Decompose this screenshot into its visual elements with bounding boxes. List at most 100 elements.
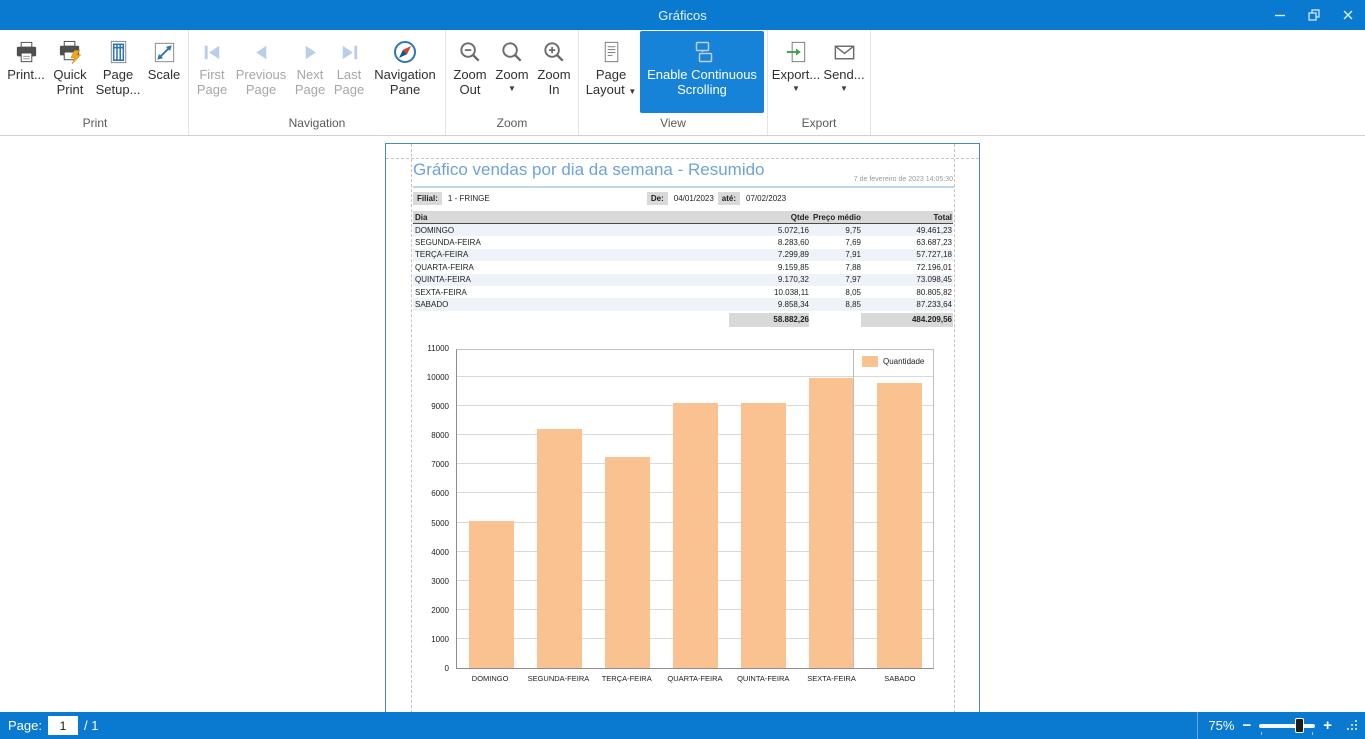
- filial-value: 1 - FRINGE: [442, 192, 647, 205]
- ribbon-group-label-navigation: Navigation: [192, 113, 442, 135]
- y-tick-label: 3000: [413, 578, 449, 586]
- x-tick-label: SEGUNDA-FEIRA: [524, 674, 592, 683]
- ribbon-group-view: Page Layout ▼ Enable Continuous Scrollin…: [579, 30, 768, 135]
- page-number-input[interactable]: [48, 716, 78, 735]
- y-tick-label: 0: [413, 665, 449, 673]
- last-page-icon: [336, 36, 363, 68]
- button-label: Next Page: [293, 68, 327, 98]
- restore-icon: [1306, 7, 1322, 23]
- button-label: Zoom Out: [452, 68, 488, 98]
- enable-continuous-scrolling-button[interactable]: Enable Continuous Scrolling: [640, 31, 764, 113]
- zoom-in-icon: [541, 36, 568, 68]
- page-label: Page:: [8, 718, 42, 733]
- y-tick-label: 2000: [413, 607, 449, 615]
- first-page-icon: [199, 36, 226, 68]
- report-timestamp: 7 de fevereiro de 2023 14:05:30: [854, 176, 953, 183]
- button-label: First Page: [195, 68, 229, 98]
- x-tick-label: TERÇA-FEIRA: [593, 674, 661, 683]
- zoom-icon: [499, 36, 526, 68]
- quick-print-button[interactable]: Quick Print: [47, 31, 93, 113]
- restore-button[interactable]: [1297, 0, 1331, 30]
- close-button[interactable]: [1331, 0, 1365, 30]
- minimize-button[interactable]: [1263, 0, 1297, 30]
- zoom-out-button[interactable]: Zoom Out: [449, 31, 491, 113]
- page-count: / 1: [84, 718, 98, 733]
- table-row: QUINTA-FEIRA9.170,327,9773.098,45: [413, 274, 953, 286]
- page-setup-button[interactable]: Page Setup...: [93, 31, 143, 113]
- table-row: SABADO9.858,348,8587.233,64: [413, 298, 953, 310]
- button-label: Last Page: [333, 68, 365, 98]
- page-layout-icon: [598, 36, 625, 68]
- x-tick-label: DOMINGO: [456, 674, 524, 683]
- y-tick-label: 7000: [413, 461, 449, 469]
- next-page-button[interactable]: Next Page: [290, 31, 330, 113]
- x-tick-label: SEXTA-FEIRA: [798, 674, 866, 683]
- ribbon-group-label-export: Export: [771, 113, 867, 135]
- legend-separator-line: [853, 350, 854, 668]
- x-tick-label: QUINTA-FEIRA: [729, 674, 797, 683]
- send-button[interactable]: Send... ▼: [821, 31, 867, 113]
- status-bar: Page: / 1 75% − +: [0, 712, 1365, 739]
- y-tick-label: 1000: [413, 636, 449, 644]
- button-label: Navigation Pane: [371, 68, 439, 98]
- zoom-control: 75% − +: [1208, 718, 1332, 733]
- page-layout-button[interactable]: Page Layout ▼: [582, 31, 640, 113]
- bar: [741, 403, 786, 668]
- page-margin-left: [411, 144, 412, 712]
- export-button[interactable]: Export... ▼: [771, 31, 821, 113]
- button-label: Page Setup...: [96, 68, 141, 98]
- table-header-row: Dia Qtde Preço médio Total: [413, 211, 953, 224]
- filial-label: Filial:: [413, 192, 442, 205]
- bar: [469, 521, 514, 668]
- continuous-scrolling-icon: [688, 36, 716, 68]
- zoom-dropdown-button[interactable]: Zoom ▼: [491, 31, 533, 113]
- zoom-in-slider-button[interactable]: +: [1323, 718, 1332, 733]
- window-title: Gráficos: [0, 8, 1365, 23]
- zoom-out-icon: [457, 36, 484, 68]
- ribbon-group-label-view: View: [582, 113, 764, 135]
- printer-icon: [13, 36, 40, 68]
- x-tick-label: QUARTA-FEIRA: [661, 674, 729, 683]
- title-bar: Gráficos: [0, 0, 1365, 30]
- report-header: Gráfico vendas por dia da semana - Resum…: [413, 160, 954, 188]
- first-page-button[interactable]: First Page: [192, 31, 232, 113]
- previous-page-button[interactable]: Previous Page: [232, 31, 290, 113]
- scale-icon: [151, 36, 178, 68]
- preview-area[interactable]: Gráfico vendas por dia da semana - Resum…: [0, 137, 1365, 712]
- ribbon-toolbar: Print... Quick Print: [0, 30, 1365, 136]
- zoom-slider-handle[interactable]: [1295, 718, 1304, 733]
- dropdown-caret-icon: ▼: [508, 85, 516, 93]
- previous-page-icon: [248, 36, 275, 68]
- navigation-pane-button[interactable]: Navigation Pane: [368, 31, 442, 113]
- window-controls: [1263, 0, 1365, 30]
- bar: [605, 457, 650, 668]
- column-header-qtde: Qtde: [729, 213, 809, 222]
- report-filters: Filial: 1 - FRINGE De: 04/01/2023 até: 0…: [413, 192, 954, 205]
- scale-button[interactable]: Scale: [143, 31, 185, 113]
- dropdown-caret-icon: ▼: [792, 85, 800, 93]
- zoom-out-slider-button[interactable]: −: [1242, 718, 1251, 733]
- zoom-in-button[interactable]: Zoom In: [533, 31, 575, 113]
- column-header-preco-medio: Preço médio: [809, 213, 861, 222]
- statusbar-separator: [1197, 712, 1198, 739]
- report-table: Dia Qtde Preço médio Total DOMINGO5.072,…: [413, 211, 953, 327]
- last-page-button[interactable]: Last Page: [330, 31, 368, 113]
- button-label: Scale: [148, 68, 181, 83]
- zoom-slider[interactable]: [1259, 724, 1315, 728]
- bar: [809, 378, 854, 668]
- column-header-total: Total: [861, 213, 953, 222]
- total-total: 484.209,56: [861, 313, 953, 327]
- y-tick-label: 11000: [413, 345, 449, 353]
- print-button[interactable]: Print...: [5, 31, 47, 113]
- bars-container: [457, 350, 933, 668]
- chart-y-axis: 0100020003000400050006000700080009000100…: [413, 349, 453, 669]
- resize-grip-icon[interactable]: [1346, 719, 1359, 732]
- table-row: TERÇA-FEIRA7.299,897,9157.727,18: [413, 249, 953, 261]
- table-row: SEXTA-FEIRA10.038,118,0580.805,82: [413, 286, 953, 298]
- chart-plot-area: Quantidade: [456, 349, 934, 669]
- bar: [673, 403, 718, 668]
- button-label: Quick Print: [50, 68, 90, 98]
- ribbon-group-export: Export... ▼ Send... ▼ Export: [768, 30, 871, 135]
- send-icon: [831, 36, 858, 68]
- ribbon-group-label-print: Print: [5, 113, 185, 135]
